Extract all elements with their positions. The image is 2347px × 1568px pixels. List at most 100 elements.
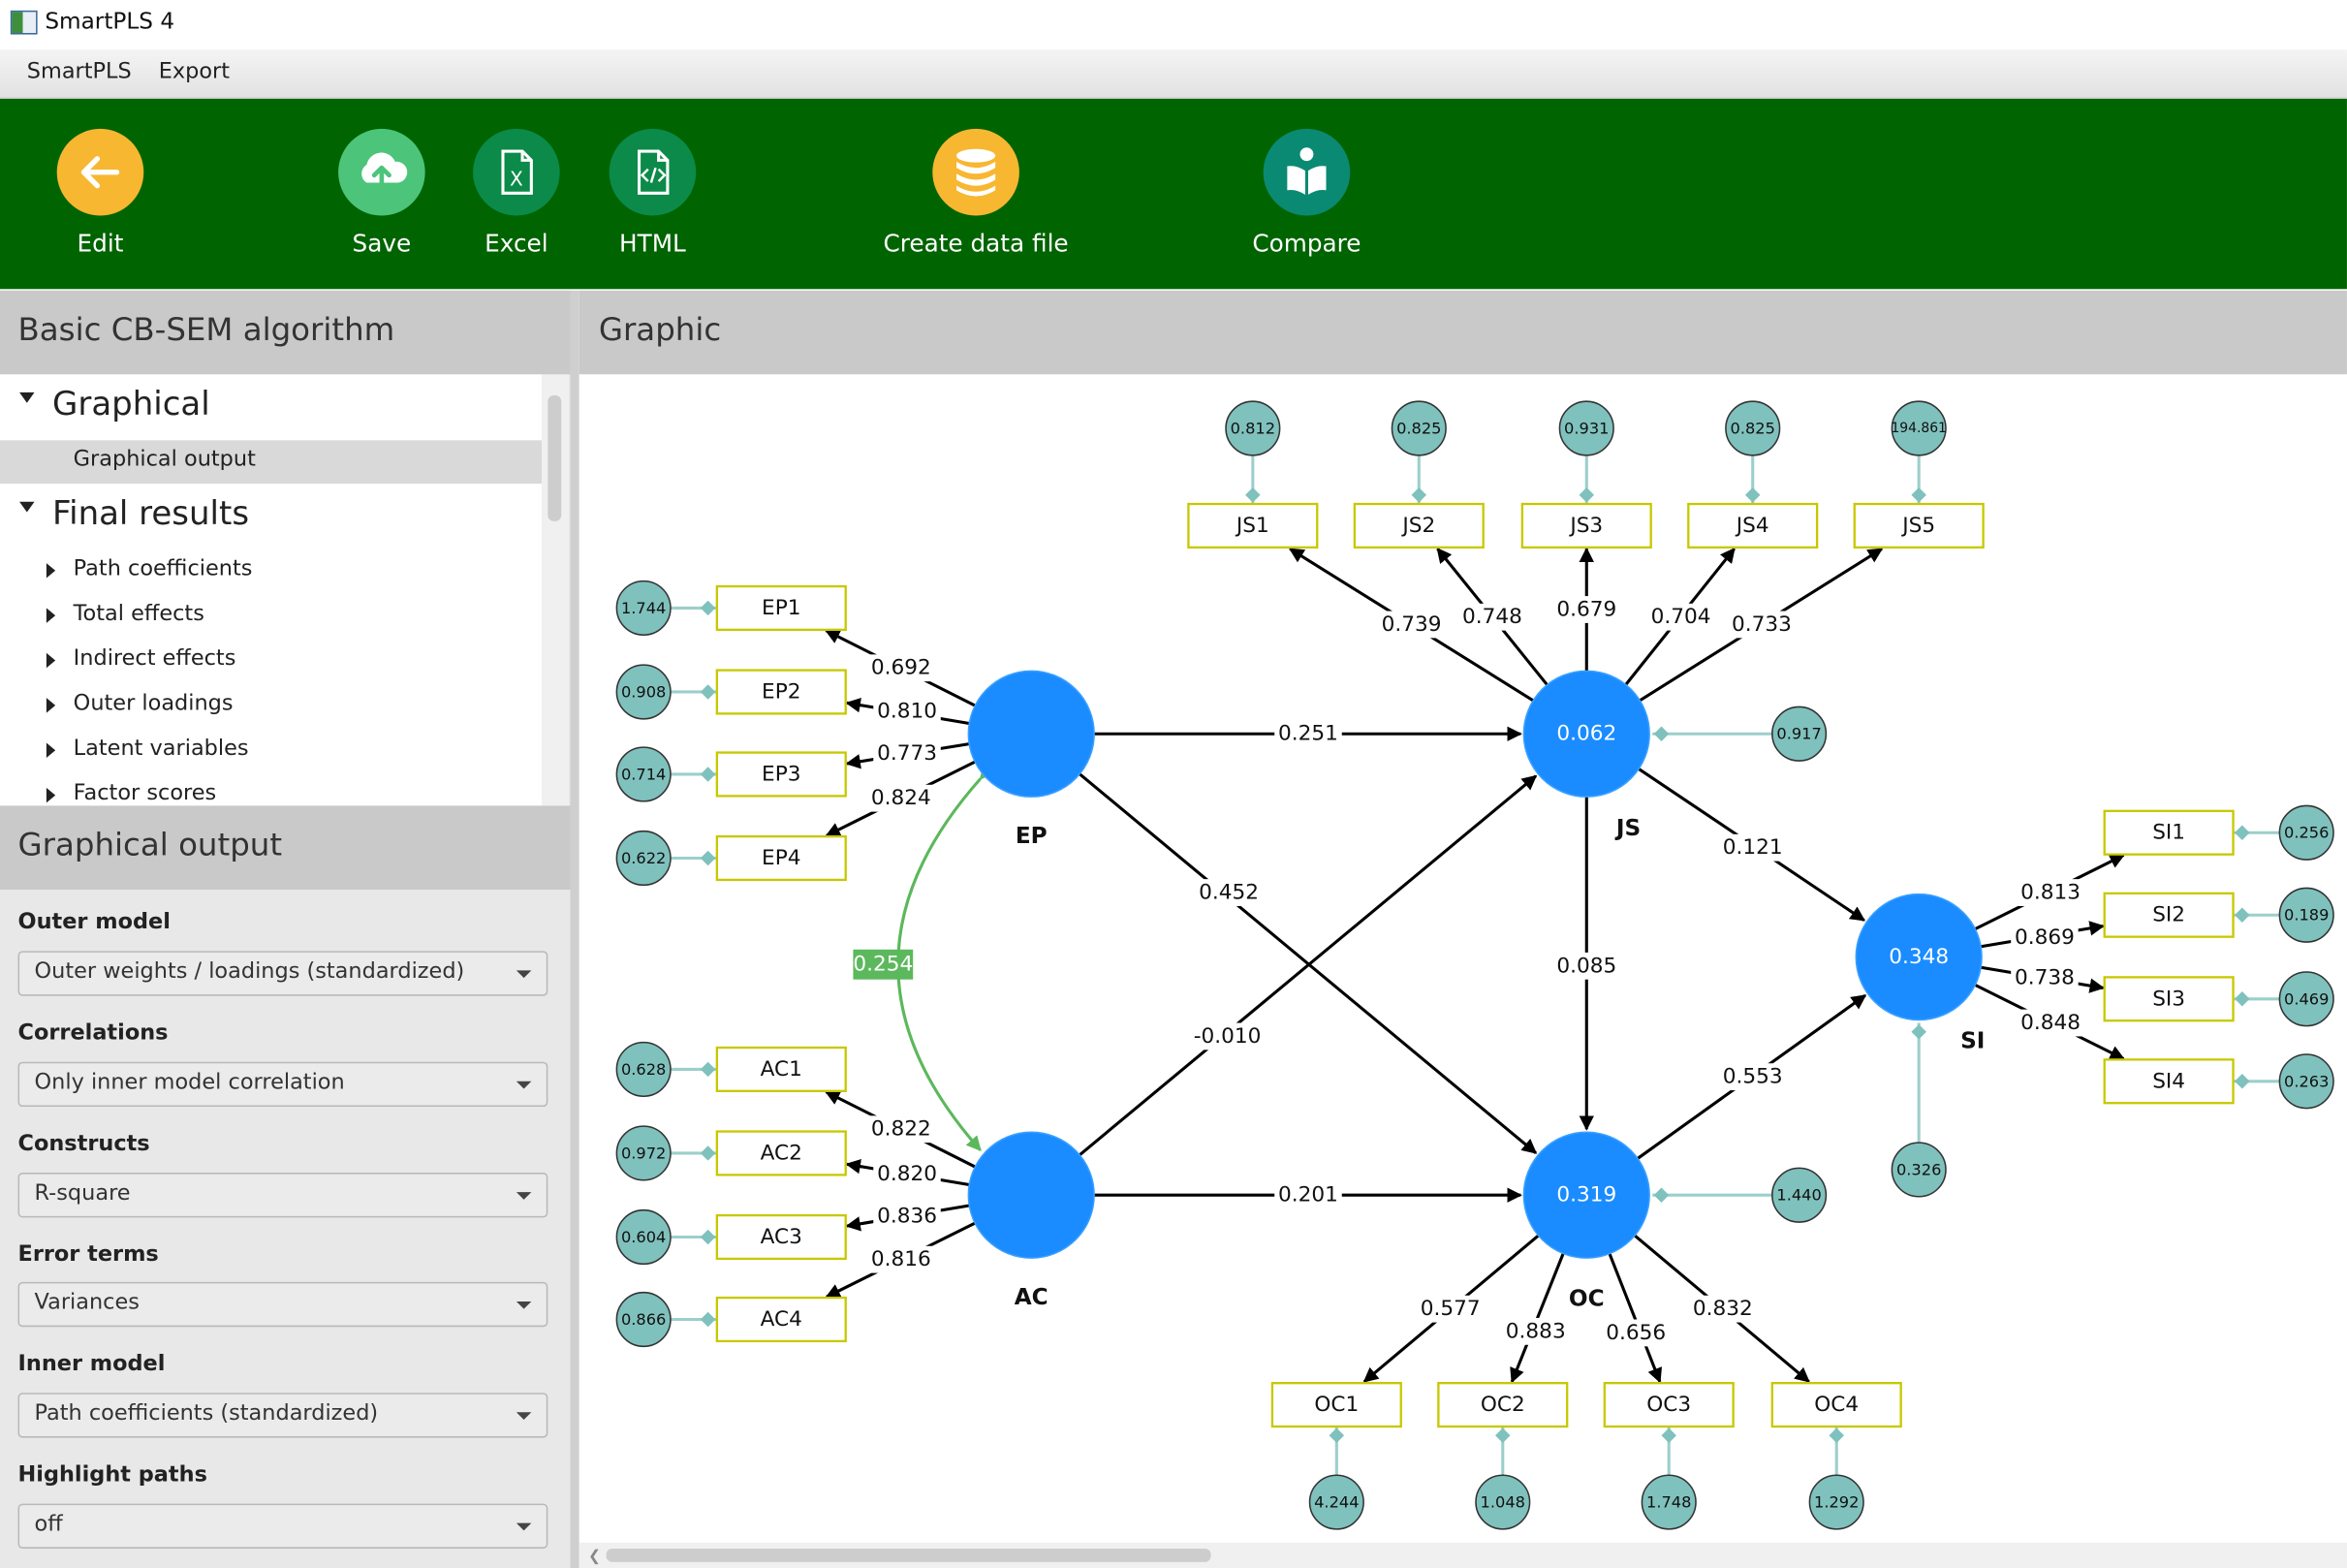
outer-model-select[interactable]: Outer weights / loadings (standardized) xyxy=(17,951,548,996)
tree-item-graphical-output[interactable]: Graphical output xyxy=(0,440,543,485)
inner-model-label: Inner model xyxy=(17,1352,166,1377)
error-terms-select[interactable]: Variances xyxy=(17,1281,548,1328)
tree-final-results-label: Final results xyxy=(52,495,250,534)
indicator-label-ep3: EP3 xyxy=(762,762,800,786)
select-value: R-square xyxy=(34,1181,131,1207)
indicator-label-oc3: OC3 xyxy=(1646,1393,1691,1417)
outer-loading-value: 0.820 xyxy=(877,1162,937,1186)
error-variance-value: 0.469 xyxy=(2284,989,2329,1008)
construct-label-oc: OC xyxy=(1569,1285,1605,1311)
error-variance-value: 0.714 xyxy=(621,765,666,783)
tree-graphical-output-label: Graphical output xyxy=(73,448,256,472)
r-square-value-si: 0.348 xyxy=(1889,945,1949,969)
constructs-select[interactable]: R-square xyxy=(17,1173,548,1218)
window-title: SmartPLS 4 xyxy=(45,7,175,35)
error-link-diamond xyxy=(700,1311,716,1328)
path-coefficient-ac-js: -0.010 xyxy=(1194,1024,1262,1049)
error-variance-value: 1.292 xyxy=(1814,1493,1859,1512)
indicator-label-ac1: AC1 xyxy=(761,1057,802,1082)
r-square-value-oc: 0.319 xyxy=(1556,1183,1616,1207)
indicator-label-ep4: EP4 xyxy=(762,846,800,870)
scrollbar-thumb[interactable] xyxy=(548,394,562,521)
expand-icon[interactable] xyxy=(19,392,35,403)
tree-item-indirect-effects[interactable]: Indirect effects xyxy=(0,640,542,684)
edit-label: Edit xyxy=(77,229,124,258)
outer-loading-value: 0.773 xyxy=(877,741,937,766)
compare-label: Compare xyxy=(1252,229,1361,258)
outer-loading-value: 0.813 xyxy=(2020,881,2081,905)
collapsed-icon[interactable] xyxy=(46,787,56,803)
results-tree: Graphical Graphical output Final results… xyxy=(0,374,543,806)
expand-icon[interactable] xyxy=(19,501,35,513)
tree-item-outer-loadings[interactable]: Outer loadings xyxy=(0,684,542,729)
scrollbar-thumb[interactable] xyxy=(606,1548,1211,1562)
highlight-paths-label: Highlight paths xyxy=(17,1462,207,1488)
highlight-paths-select[interactable]: off xyxy=(17,1503,548,1549)
correlations-select[interactable]: Only inner model correlation xyxy=(17,1061,548,1108)
indicator-label-oc2: OC2 xyxy=(1481,1393,1525,1417)
menu-export[interactable]: Export xyxy=(159,60,230,84)
menu-smartpls[interactable]: SmartPLS xyxy=(27,60,132,84)
collapsed-icon[interactable] xyxy=(46,652,56,669)
collapsed-icon[interactable] xyxy=(46,742,56,758)
create-data-file-label: Create data file xyxy=(883,229,1069,258)
construct-circle-ac xyxy=(967,1131,1095,1259)
html-button[interactable]: HTML xyxy=(555,128,750,279)
tree-item-latent-variables[interactable]: Latent variables xyxy=(0,730,542,774)
outer-loading-value: 0.832 xyxy=(1693,1297,1753,1321)
error-variance-value: 0.866 xyxy=(621,1310,666,1329)
error-variance-value: 4.244 xyxy=(1314,1493,1359,1512)
construct-error-value-js: 0.917 xyxy=(1776,725,1821,743)
error-link-diamond xyxy=(2235,825,2250,840)
graphical-output-header: Graphical output xyxy=(0,805,571,890)
dropdown-arrow-icon xyxy=(516,1301,532,1309)
error-variance-value: 0.604 xyxy=(621,1228,666,1246)
error-link-diamond xyxy=(700,684,716,700)
tree-item-path-coefficients[interactable]: Path coefficients xyxy=(0,549,542,594)
error-link-diamond xyxy=(2235,907,2250,923)
panel-splitter[interactable] xyxy=(570,290,579,1568)
tree-item-label: Path coefficients xyxy=(73,556,253,581)
book-reader-icon xyxy=(1263,128,1351,216)
path-coefficient-oc-si: 0.553 xyxy=(1723,1065,1783,1089)
html-file-icon xyxy=(609,128,697,216)
create-data-file-button[interactable]: Create data file xyxy=(849,128,1104,279)
outer-loading-value: 0.656 xyxy=(1606,1321,1666,1345)
outer-loading-value: 0.738 xyxy=(2015,966,2075,990)
tree-item-factor-scores[interactable]: Factor scores xyxy=(0,774,542,805)
scroll-left-icon[interactable]: ❮ xyxy=(588,1549,601,1565)
sem-model-diagram[interactable]: 0.254 0.251 0.452 -0.010 0.201 0.085 0.121 0.55… xyxy=(579,374,2347,1542)
outer-model-label: Outer model xyxy=(17,910,171,935)
tree-scrollbar[interactable] xyxy=(542,374,569,806)
outer-loading-value: 0.883 xyxy=(1506,1319,1566,1343)
construct-error-value-si: 0.326 xyxy=(1896,1160,1941,1178)
error-link-diamond xyxy=(1245,487,1261,503)
graphic-canvas[interactable]: 0.254 0.251 0.452 -0.010 0.201 0.085 0.121 0.55… xyxy=(579,374,2347,1543)
algorithm-header: Basic CB-SEM algorithm xyxy=(0,290,571,375)
dropdown-arrow-icon xyxy=(516,1192,532,1200)
path-coefficient-ac-oc: 0.201 xyxy=(1278,1183,1338,1207)
error-variance-value: 0.972 xyxy=(621,1144,666,1162)
error-link-diamond xyxy=(1745,487,1761,503)
tree-item-label: Latent variables xyxy=(73,737,249,762)
error-variance-value: 0.622 xyxy=(621,849,666,867)
collapsed-icon[interactable] xyxy=(46,563,56,579)
svg-text:X: X xyxy=(510,168,523,191)
collapsed-icon[interactable] xyxy=(46,698,56,713)
collapsed-icon[interactable] xyxy=(46,608,56,623)
outer-loading-value: 0.836 xyxy=(877,1204,937,1228)
tree-item-total-effects[interactable]: Total effects xyxy=(0,595,542,640)
error-link-diamond xyxy=(2235,1074,2250,1089)
tree-node-graphical[interactable]: Graphical xyxy=(0,374,542,440)
inner-model-select[interactable]: Path coefficients (standardized) xyxy=(17,1393,548,1438)
error-link-diamond xyxy=(1495,1427,1511,1443)
path-coefficient-js-oc: 0.085 xyxy=(1556,954,1616,978)
dropdown-arrow-icon xyxy=(516,1412,532,1421)
edit-button[interactable]: Edit xyxy=(3,128,198,279)
graphic-horizontal-scrollbar[interactable]: ❮ xyxy=(579,1542,2347,1568)
compare-button[interactable]: Compare xyxy=(1209,128,1404,279)
indicator-label-si3: SI3 xyxy=(2152,987,2185,1011)
toolbar: Edit Save X Excel HTML Create data file xyxy=(0,98,2347,290)
outer-loading-value: 0.577 xyxy=(1421,1297,1481,1321)
tree-node-final-results[interactable]: Final results xyxy=(0,486,542,549)
